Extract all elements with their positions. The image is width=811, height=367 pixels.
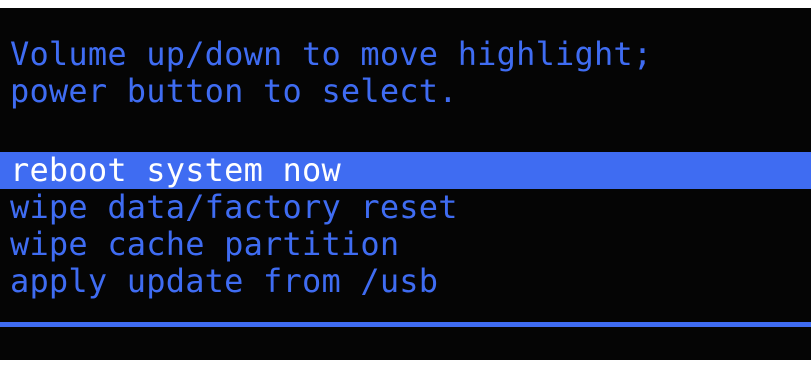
menu-item-apply-update-from-usb[interactable]: apply update from /usb: [0, 263, 811, 300]
menu-item-wipe-data-factory-reset[interactable]: wipe data/factory reset: [0, 189, 811, 226]
instruction-line-1: Volume up/down to move highlight;: [10, 35, 653, 73]
recovery-menu: reboot system now wipe data/factory rese…: [0, 152, 811, 300]
recovery-screen: Volume up/down to move highlight; power b…: [0, 8, 811, 360]
menu-item-wipe-cache-partition[interactable]: wipe cache partition: [0, 226, 811, 263]
menu-divider: [0, 322, 811, 327]
instructions: Volume up/down to move highlight; power b…: [10, 36, 652, 110]
menu-item-reboot-system-now[interactable]: reboot system now: [0, 152, 811, 189]
instruction-line-2: power button to select.: [10, 72, 458, 110]
